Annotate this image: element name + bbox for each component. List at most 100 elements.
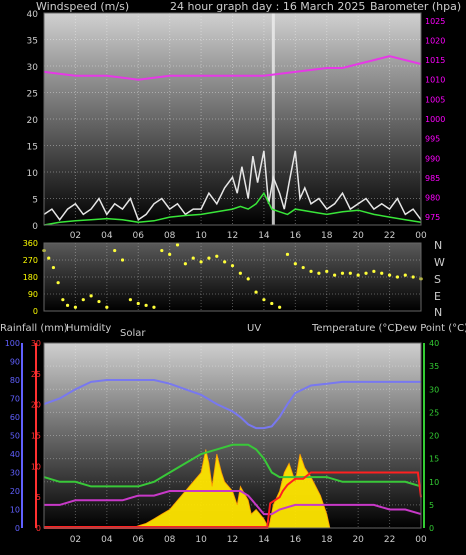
x-tick-label: 14 <box>258 231 270 241</box>
x-tick-label: 00 <box>415 231 427 241</box>
temperature-tick-label: 25 <box>429 408 439 417</box>
weather-graph: Windspeed (m/s) 24 hour graph day : 16 M… <box>0 0 466 545</box>
y-tick-label-right: 975 <box>425 213 440 222</box>
rainfall-tick-label: 20 <box>31 401 41 410</box>
temperature-humidity-panel: 0102030405060708090100051015202530051015… <box>5 339 439 545</box>
x-tick-label: 18 <box>321 231 333 241</box>
humidity-tick-label: 0 <box>15 524 20 533</box>
direction-point <box>215 254 219 258</box>
direction-point <box>97 299 101 304</box>
direction-point <box>411 275 415 279</box>
y-tick-label-left: 10 <box>27 169 39 179</box>
x-tick-label: 06 <box>133 535 145 545</box>
temperature-tick-label: 10 <box>429 478 439 487</box>
direction-point <box>270 301 274 306</box>
x-tick-label: 02 <box>70 231 81 241</box>
direction-point <box>230 264 235 268</box>
temperature-label: Temperature (°C) <box>311 323 398 334</box>
y-tick-label-left: 0 <box>32 222 38 232</box>
humidity-tick-label: 100 <box>5 339 20 348</box>
temperature-tick-label: 5 <box>429 501 434 510</box>
rainfall-tick-label: 25 <box>31 370 41 379</box>
direction-point <box>152 305 156 309</box>
x-tick-label: 16 <box>290 535 302 545</box>
direction-point <box>120 258 125 262</box>
rainfall-tick-label: 10 <box>31 462 41 471</box>
direction-point <box>191 256 195 260</box>
direction-point <box>207 256 211 260</box>
rainfall-tick-label: 0 <box>36 524 41 533</box>
temperature-tick-label: 30 <box>429 385 439 394</box>
x-tick-label: 22 <box>384 231 395 241</box>
compass-n-bottom: N <box>434 306 442 319</box>
barometer-label: Barometer (hpa) <box>370 0 461 13</box>
solar-label: Solar <box>120 328 146 339</box>
rainfall-tick-label: 30 <box>31 339 41 348</box>
humidity-tick-label: 80 <box>10 376 20 385</box>
temperature-tick-label: 20 <box>429 432 439 441</box>
direction-point <box>81 298 85 302</box>
compass-n-top: N <box>434 239 442 252</box>
y-tick-label-left: 25 <box>27 90 38 100</box>
y-tick-label: 0 <box>33 307 38 316</box>
direction-point <box>301 265 305 270</box>
y-tick-label-right: 1000 <box>425 115 445 124</box>
windspeed-barometer-panel: 0510152025303540975980985990995100010051… <box>27 10 446 241</box>
rainfall-tick-label: 5 <box>36 493 41 502</box>
direction-point <box>47 256 51 260</box>
direction-point <box>372 269 376 273</box>
x-tick-label: 16 <box>290 231 302 241</box>
direction-point <box>113 248 117 253</box>
y-tick-label-left: 30 <box>27 63 39 73</box>
y-tick-label: 90 <box>28 290 38 299</box>
direction-point <box>175 243 180 247</box>
direction-point <box>348 271 352 275</box>
y-tick-label-left: 15 <box>27 143 38 153</box>
x-tick-label: 04 <box>101 231 113 241</box>
direction-point <box>325 269 329 273</box>
direction-point <box>254 290 258 294</box>
chart-title: 24 hour graph day : 16 March 2025 <box>170 0 365 13</box>
humidity-tick-label: 10 <box>10 506 20 515</box>
direction-point <box>309 269 313 273</box>
temperature-tick-label: 0 <box>429 524 434 533</box>
direction-point <box>238 271 242 275</box>
temperature-tick-label: 15 <box>429 455 439 464</box>
rainfall-label: Rainfall (mm) <box>0 323 68 334</box>
humidity-tick-label: 90 <box>10 358 20 367</box>
x-tick-label: 10 <box>195 231 207 241</box>
humidity-tick-label: 30 <box>10 469 20 478</box>
y-tick-label-left: 40 <box>27 10 39 20</box>
x-tick-label: 08 <box>164 231 176 241</box>
y-tick-label-right: 990 <box>425 154 440 163</box>
y-tick-label-right: 995 <box>425 135 440 144</box>
direction-point <box>333 273 337 277</box>
x-tick-label: 00 <box>415 535 427 545</box>
compass-e: E <box>434 290 441 303</box>
direction-point <box>128 298 132 302</box>
x-tick-label: 22 <box>384 535 395 545</box>
direction-point <box>317 271 321 275</box>
y-tick-label-right: 1025 <box>425 17 445 26</box>
humidity-tick-label: 40 <box>10 450 20 459</box>
direction-point <box>136 301 140 306</box>
direction-point <box>61 298 65 302</box>
direction-point <box>223 260 227 264</box>
x-tick-label: 06 <box>133 231 145 241</box>
wind-direction-panel: 0 90 180 270 360 <box>23 239 423 316</box>
direction-point <box>285 252 290 256</box>
humidity-tick-label: 70 <box>10 395 20 404</box>
direction-point <box>65 303 70 307</box>
x-tick-label: 20 <box>352 535 364 545</box>
x-tick-label: 12 <box>227 535 238 545</box>
dew-point-label: Dew Point (°C) <box>395 323 466 334</box>
direction-point <box>364 271 368 275</box>
y-tick-label-right: 1015 <box>425 56 445 65</box>
x-tick-label: 04 <box>101 535 113 545</box>
y-tick-label-right: 980 <box>425 194 440 203</box>
direction-point <box>340 271 345 275</box>
direction-point <box>380 271 384 275</box>
direction-point <box>246 277 250 281</box>
windspeed-label: Windspeed (m/s) <box>36 0 129 13</box>
direction-point <box>293 262 297 266</box>
